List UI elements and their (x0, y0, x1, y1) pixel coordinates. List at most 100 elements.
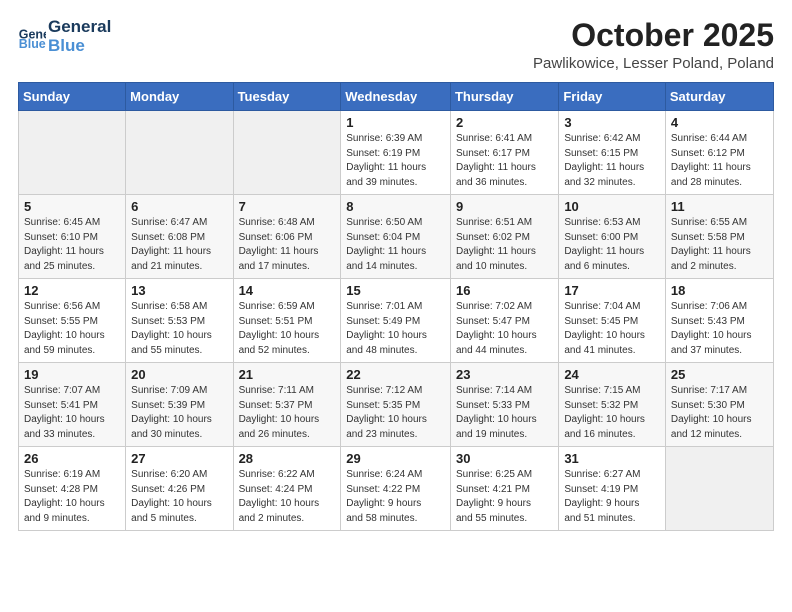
day-number: 4 (671, 115, 768, 130)
calendar-cell: 20Sunrise: 7:09 AM Sunset: 5:39 PM Dayli… (126, 363, 233, 447)
title-block: October 2025 Pawlikowice, Lesser Poland,… (533, 18, 774, 72)
day-info: Sunrise: 6:27 AM Sunset: 4:19 PM Dayligh… (564, 468, 660, 526)
day-number: 2 (456, 115, 553, 130)
day-number: 27 (131, 451, 227, 466)
day-info: Sunrise: 6:48 AM Sunset: 6:06 PM Dayligh… (239, 216, 336, 274)
weekday-header: Saturday (665, 83, 773, 111)
calendar-week-row: 12Sunrise: 6:56 AM Sunset: 5:55 PM Dayli… (19, 279, 774, 363)
calendar-cell: 23 Sunrise: 7:14 AM Sunset: 5:33 PM Dayli… (450, 363, 558, 447)
day-info: Sunrise: 6:50 AM Sunset: 6:04 PM Dayligh… (346, 216, 445, 274)
calendar-cell: 6 Sunrise: 6:47 AM Sunset: 6:08 PM Daylig… (126, 195, 233, 279)
calendar-week-row: 5Sunrise: 6:45 AM Sunset: 6:10 PM Daylig… (19, 195, 774, 279)
logo: General Blue General Blue (18, 18, 111, 55)
calendar-week-row: 1Sunrise: 6:39 AM Sunset: 6:19 PM Daylig… (19, 111, 774, 195)
calendar-cell (19, 111, 126, 195)
day-number: 16 (456, 283, 553, 298)
day-info: Sunrise: 6:20 AM Sunset: 4:26 PM Dayligh… (131, 468, 227, 526)
calendar-week-row: 26Sunrise: 6:19 AM Sunset: 4:28 PM Dayli… (19, 447, 774, 531)
header: General Blue General Blue October 2025 P… (18, 18, 774, 72)
svg-text:Blue: Blue (19, 37, 46, 51)
day-info: Sunrise: 7:11 AM Sunset: 5:37 PM Dayligh… (239, 384, 336, 442)
day-info: Sunrise: 7:04 AM Sunset: 5:45 PM Dayligh… (564, 300, 660, 358)
day-info: Sunrise: 6:59 AM Sunset: 5:51 PM Dayligh… (239, 300, 336, 358)
calendar-cell: 1Sunrise: 6:39 AM Sunset: 6:19 PM Daylig… (341, 111, 451, 195)
calendar-cell: 28 Sunrise: 6:22 AM Sunset: 4:24 PM Dayli… (233, 447, 341, 531)
day-info: Sunrise: 7:06 AM Sunset: 5:43 PM Dayligh… (671, 300, 768, 358)
day-info: Sunrise: 6:45 AM Sunset: 6:10 PM Dayligh… (24, 216, 120, 274)
calendar-cell: 13 Sunrise: 6:58 AM Sunset: 5:53 PM Dayli… (126, 279, 233, 363)
calendar-cell: 2 Sunrise: 6:41 AM Sunset: 6:17 PM Daylig… (450, 111, 558, 195)
page: General Blue General Blue October 2025 P… (0, 0, 792, 612)
day-info: Sunrise: 6:47 AM Sunset: 6:08 PM Dayligh… (131, 216, 227, 274)
calendar-title: October 2025 (533, 18, 774, 53)
day-info: Sunrise: 6:22 AM Sunset: 4:24 PM Dayligh… (239, 468, 336, 526)
calendar-cell: 27 Sunrise: 6:20 AM Sunset: 4:26 PM Dayli… (126, 447, 233, 531)
calendar-cell (233, 111, 341, 195)
day-number: 20 (131, 367, 227, 382)
calendar-cell: 25Sunrise: 7:17 AM Sunset: 5:30 PM Dayli… (665, 363, 773, 447)
day-info: Sunrise: 7:14 AM Sunset: 5:33 PM Dayligh… (456, 384, 553, 442)
day-number: 30 (456, 451, 553, 466)
day-info: Sunrise: 6:41 AM Sunset: 6:17 PM Dayligh… (456, 132, 553, 190)
calendar-cell: 10 Sunrise: 6:53 AM Sunset: 6:00 PM Dayli… (559, 195, 666, 279)
day-number: 28 (239, 451, 336, 466)
day-info: Sunrise: 6:58 AM Sunset: 5:53 PM Dayligh… (131, 300, 227, 358)
calendar-cell: 15 Sunrise: 7:01 AM Sunset: 5:49 PM Dayli… (341, 279, 451, 363)
day-number: 15 (346, 283, 445, 298)
calendar-cell: 31 Sunrise: 6:27 AM Sunset: 4:19 PM Dayli… (559, 447, 666, 531)
day-number: 12 (24, 283, 120, 298)
calendar-cell: 16 Sunrise: 7:02 AM Sunset: 5:47 PM Dayli… (450, 279, 558, 363)
calendar-cell: 26Sunrise: 6:19 AM Sunset: 4:28 PM Dayli… (19, 447, 126, 531)
calendar-cell: 5Sunrise: 6:45 AM Sunset: 6:10 PM Daylig… (19, 195, 126, 279)
day-info: Sunrise: 6:39 AM Sunset: 6:19 PM Dayligh… (346, 132, 445, 190)
calendar-cell: 21Sunrise: 7:11 AM Sunset: 5:37 PM Dayli… (233, 363, 341, 447)
logo-line2: Blue (48, 37, 111, 56)
logo-line1: General (48, 18, 111, 37)
calendar-week-row: 19 Sunrise: 7:07 AM Sunset: 5:41 PM Dayli… (19, 363, 774, 447)
day-number: 6 (131, 199, 227, 214)
day-number: 17 (564, 283, 660, 298)
day-info: Sunrise: 7:01 AM Sunset: 5:49 PM Dayligh… (346, 300, 445, 358)
calendar-cell: 4Sunrise: 6:44 AM Sunset: 6:12 PM Daylig… (665, 111, 773, 195)
calendar-cell: 17 Sunrise: 7:04 AM Sunset: 5:45 PM Dayli… (559, 279, 666, 363)
logo-icon: General Blue (18, 23, 46, 51)
day-number: 13 (131, 283, 227, 298)
day-number: 7 (239, 199, 336, 214)
calendar-cell (665, 447, 773, 531)
calendar-cell: 11Sunrise: 6:55 AM Sunset: 5:58 PM Dayli… (665, 195, 773, 279)
weekday-header: Sunday (19, 83, 126, 111)
day-info: Sunrise: 6:25 AM Sunset: 4:21 PM Dayligh… (456, 468, 553, 526)
day-number: 8 (346, 199, 445, 214)
weekday-header-row: SundayMondayTuesdayWednesdayThursdayFrid… (19, 83, 774, 111)
day-number: 14 (239, 283, 336, 298)
weekday-header: Wednesday (341, 83, 451, 111)
day-info: Sunrise: 7:12 AM Sunset: 5:35 PM Dayligh… (346, 384, 445, 442)
calendar-table: SundayMondayTuesdayWednesdayThursdayFrid… (18, 82, 774, 531)
day-number: 19 (24, 367, 120, 382)
day-info: Sunrise: 6:51 AM Sunset: 6:02 PM Dayligh… (456, 216, 553, 274)
day-info: Sunrise: 6:53 AM Sunset: 6:00 PM Dayligh… (564, 216, 660, 274)
calendar-cell: 8 Sunrise: 6:50 AM Sunset: 6:04 PM Daylig… (341, 195, 451, 279)
weekday-header: Friday (559, 83, 666, 111)
day-number: 9 (456, 199, 553, 214)
calendar-cell: 24Sunrise: 7:15 AM Sunset: 5:32 PM Dayli… (559, 363, 666, 447)
day-number: 18 (671, 283, 768, 298)
day-number: 10 (564, 199, 660, 214)
day-info: Sunrise: 6:24 AM Sunset: 4:22 PM Dayligh… (346, 468, 445, 526)
day-number: 11 (671, 199, 768, 214)
calendar-cell: 18 Sunrise: 7:06 AM Sunset: 5:43 PM Dayli… (665, 279, 773, 363)
day-info: Sunrise: 7:07 AM Sunset: 5:41 PM Dayligh… (24, 384, 120, 442)
calendar-cell: 12Sunrise: 6:56 AM Sunset: 5:55 PM Dayli… (19, 279, 126, 363)
calendar-subtitle: Pawlikowice, Lesser Poland, Poland (533, 55, 774, 72)
calendar-cell: 29Sunrise: 6:24 AM Sunset: 4:22 PM Dayli… (341, 447, 451, 531)
day-number: 23 (456, 367, 553, 382)
weekday-header: Tuesday (233, 83, 341, 111)
day-number: 3 (564, 115, 660, 130)
calendar-cell: 19 Sunrise: 7:07 AM Sunset: 5:41 PM Dayli… (19, 363, 126, 447)
day-info: Sunrise: 6:42 AM Sunset: 6:15 PM Dayligh… (564, 132, 660, 190)
day-number: 31 (564, 451, 660, 466)
day-info: Sunrise: 7:02 AM Sunset: 5:47 PM Dayligh… (456, 300, 553, 358)
day-info: Sunrise: 7:15 AM Sunset: 5:32 PM Dayligh… (564, 384, 660, 442)
day-number: 26 (24, 451, 120, 466)
calendar-cell: 22Sunrise: 7:12 AM Sunset: 5:35 PM Dayli… (341, 363, 451, 447)
